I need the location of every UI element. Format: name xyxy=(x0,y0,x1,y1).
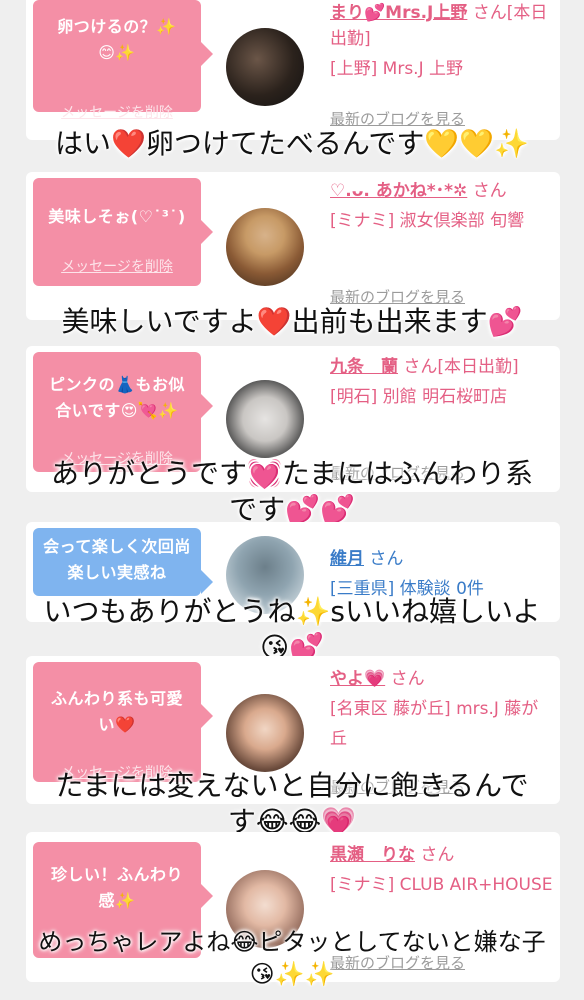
message-bubble: 卵つけるの？✨ 😊✨ メッセージを削除 xyxy=(33,0,213,121)
profile-name-link[interactable]: やよ💗 さん xyxy=(330,666,554,692)
profile-info: やよ💗 さん [名東区 藤が丘] mrs.J 藤が丘 xyxy=(330,666,554,754)
san-label: さん xyxy=(472,181,507,201)
avatar[interactable] xyxy=(226,380,304,458)
san-label: さん xyxy=(390,669,425,689)
message-text: 美味しそぉ(♡˙³˙) xyxy=(48,207,186,226)
san-label: さん xyxy=(420,845,455,865)
caption: はい❤️卵つけてたべるんです💛💛✨ xyxy=(54,127,530,160)
delete-message-link[interactable]: メッセージを削除 xyxy=(33,256,201,276)
profile-name[interactable]: 九条 蘭 xyxy=(330,357,398,377)
caption: たまには変えないと自分に飽きるんで す😂😂💗 xyxy=(55,769,529,838)
message-card: 美味しそぉ(♡˙³˙) メッセージを削除 ♡.ᴗ. あかね*･*✲ さん [ミナ… xyxy=(26,172,560,320)
caption: ありがとうです💓たまにはふんわり系 です💕💕 xyxy=(50,457,534,526)
shop-area[interactable]: [名東区 藤が丘] mrs.J 藤が丘 xyxy=(330,694,554,754)
message-text: 卵つけるの？✨ 😊✨ xyxy=(57,17,177,62)
caption: めっちゃレアよね😂ピタッとしてないと嫌な子 😘✨✨ xyxy=(38,928,546,988)
message-card: 卵つけるの？✨ 😊✨ メッセージを削除 まり💕Mrs.J上野 さん[本日出勤] … xyxy=(26,0,560,140)
caption: 美味しいですよ❤️出前も出来ます💕 xyxy=(61,305,523,338)
delete-message-link[interactable]: メッセージを削除 xyxy=(33,102,201,122)
shop-area[interactable]: [ミナミ] CLUB AIR+HOUSE xyxy=(330,870,554,900)
profile-name[interactable]: まり💕Mrs.J上野 xyxy=(330,3,467,23)
san-label: さん xyxy=(369,549,404,569)
shop-area[interactable]: [上野] Mrs.J 上野 xyxy=(330,54,554,84)
profile-name-link[interactable]: 維月 さん xyxy=(330,546,554,572)
profile-name[interactable]: ♡.ᴗ. あかね*･*✲ xyxy=(330,181,467,201)
profile-name[interactable]: 維月 xyxy=(330,549,364,569)
message-bubble: 美味しそぉ(♡˙³˙) メッセージを削除 xyxy=(33,178,213,286)
profile-name[interactable]: やよ💗 xyxy=(330,669,385,689)
message-bubble: ふんわり系も可愛い❤️ メッセージを削除 xyxy=(33,662,213,782)
shop-area[interactable]: [ミナミ] 淑女倶楽部 旬響 xyxy=(330,206,554,236)
message-bubble: 会って楽しく次回尚楽しい実感ね xyxy=(33,528,213,596)
avatar[interactable] xyxy=(226,208,304,286)
shop-area[interactable]: [明石] 別館 明石桜町店 xyxy=(330,382,554,412)
message-text: 珍しい！ふんわり感✨ xyxy=(50,865,183,910)
profile-info: 黒瀬 りな さん [ミナミ] CLUB AIR+HOUSE xyxy=(330,842,554,900)
profile-info: まり💕Mrs.J上野 さん[本日出勤] [上野] Mrs.J 上野 xyxy=(330,0,554,84)
message-text: 会って楽しく次回尚楽しい実感ね xyxy=(43,537,191,582)
profile-name[interactable]: 黒瀬 りな xyxy=(330,845,415,865)
message-bubble: ピンクの👗もお似合いです😍💘✨ メッセージを削除 xyxy=(33,352,213,472)
profile-info: ♡.ᴗ. あかね*･*✲ さん [ミナミ] 淑女倶楽部 旬響 xyxy=(330,178,554,236)
avatar[interactable] xyxy=(226,28,304,106)
profile-name-link[interactable]: 黒瀬 りな さん xyxy=(330,842,554,868)
avatar[interactable] xyxy=(226,694,304,772)
message-text: ふんわり系も可愛い❤️ xyxy=(50,689,183,734)
san-label: さん[本日出勤] xyxy=(403,357,519,377)
profile-name-link[interactable]: 九条 蘭 さん[本日出勤] xyxy=(330,354,554,380)
profile-info: 九条 蘭 さん[本日出勤] [明石] 別館 明石桜町店 xyxy=(330,354,554,412)
profile-name-link[interactable]: まり💕Mrs.J上野 さん[本日出勤] xyxy=(330,0,554,52)
message-text: ピンクの👗もお似合いです😍💘✨ xyxy=(49,375,185,420)
profile-name-link[interactable]: ♡.ᴗ. あかね*･*✲ さん xyxy=(330,178,554,204)
